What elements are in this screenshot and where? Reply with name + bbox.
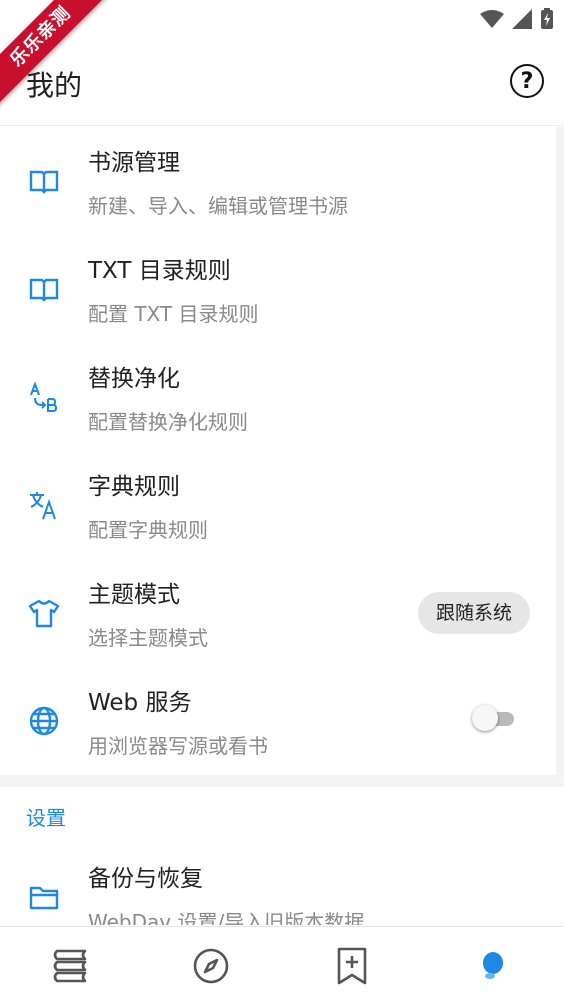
bottom-navigation (0, 926, 564, 1004)
web-service-toggle[interactable] (472, 705, 514, 731)
preference-list: 书源管理 新建、导入、编辑或管理书源 TXT 目录规则 配置 TXT 目录规则 … (0, 127, 564, 925)
list-item-theme-mode[interactable]: 主题模式 选择主题模式 跟随系统 (0, 559, 556, 667)
battery-charging-icon (540, 8, 554, 34)
bookshelf-icon[interactable] (51, 947, 89, 985)
list-item-source-management[interactable]: 书源管理 新建、导入、编辑或管理书源 (0, 127, 556, 235)
explore-compass-icon[interactable] (192, 947, 230, 985)
tshirt-icon (28, 597, 60, 629)
section-divider (0, 775, 564, 787)
list-item-web-service[interactable]: Web 服务 用浏览器写源或看书 (0, 667, 556, 775)
page-title: 我的 (26, 69, 83, 102)
item-subtitle: 配置替换净化规则 (88, 410, 248, 434)
item-subtitle: 配置字典规则 (88, 518, 208, 542)
signal-icon (512, 9, 532, 33)
item-title: TXT 目录规则 (88, 258, 231, 284)
app-bar: 我的 ? (0, 38, 564, 126)
toggle-thumb (472, 705, 498, 731)
item-subtitle: 配置 TXT 目录规则 (88, 302, 259, 326)
list-item-txt-toc-rules[interactable]: TXT 目录规则 配置 TXT 目录规则 (0, 235, 556, 343)
bookmark-add-icon[interactable] (333, 947, 371, 985)
item-subtitle: WebDav 设置/导入旧版本数据 (88, 910, 365, 925)
book-open-icon (28, 273, 60, 305)
section-title: 设置 (26, 806, 66, 830)
globe-icon (28, 705, 60, 737)
item-title: 字典规则 (88, 474, 180, 500)
status-icons (480, 8, 554, 34)
item-title: 书源管理 (88, 150, 180, 176)
item-subtitle: 选择主题模式 (88, 626, 208, 650)
profile-icon[interactable] (474, 947, 512, 985)
settings-section-header: 设置 (0, 787, 564, 843)
item-title: 主题模式 (88, 582, 180, 608)
list-item-dictionary-rules[interactable]: 字典规则 配置字典规则 (0, 451, 556, 559)
theme-mode-value-chip[interactable]: 跟随系统 (417, 592, 530, 634)
scroll-track (556, 127, 564, 777)
item-subtitle: 用浏览器写源或看书 (88, 734, 268, 758)
list-item-replace-rules[interactable]: 替换净化 配置替换净化规则 (0, 343, 556, 451)
list-item-backup-restore[interactable]: 备份与恢复 WebDav 设置/导入旧版本数据 (0, 843, 556, 925)
translate-icon (28, 489, 60, 521)
item-title: 备份与恢复 (88, 866, 203, 892)
item-title: 替换净化 (88, 366, 180, 392)
book-open-icon (28, 165, 60, 197)
replace-ab-icon (28, 381, 60, 413)
item-title: Web 服务 (88, 690, 192, 716)
help-circle-icon[interactable]: ? (510, 64, 544, 98)
wifi-icon (480, 9, 504, 33)
folder-icon (28, 881, 60, 913)
item-subtitle: 新建、导入、编辑或管理书源 (88, 194, 348, 218)
